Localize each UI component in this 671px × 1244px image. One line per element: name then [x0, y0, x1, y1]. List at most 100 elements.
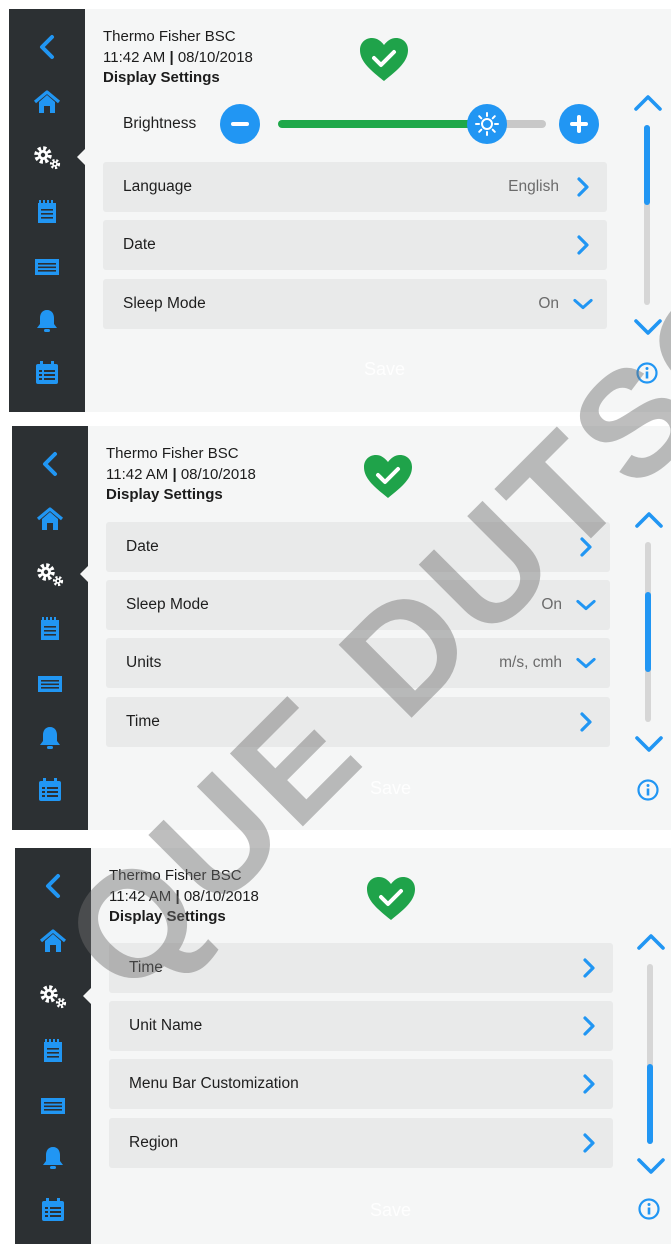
back-button[interactable] — [12, 444, 88, 484]
filter-icon — [38, 676, 62, 692]
list-item-language[interactable]: Language English — [103, 162, 607, 212]
nav-log[interactable] — [15, 1031, 91, 1071]
clipboard-icon — [38, 200, 56, 223]
active-indicator — [77, 147, 87, 167]
scroll-down-icon[interactable] — [633, 317, 663, 337]
device-name: Thermo Fisher BSC — [109, 867, 242, 884]
sun-icon — [475, 112, 500, 136]
screen-1: Thermo Fisher BSC 11:42 AM | 08/10/2018 … — [9, 9, 671, 412]
list-item-region[interactable]: Region — [109, 1118, 613, 1168]
save-button[interactable]: Save — [370, 1200, 411, 1221]
list-item-menu-bar-customization[interactable]: Menu Bar Customization — [109, 1059, 613, 1109]
screen-2: Thermo Fisher BSC 11:42 AM | 08/10/2018 … — [12, 426, 671, 830]
nav-settings[interactable] — [12, 554, 88, 594]
scrollbar[interactable] — [632, 928, 671, 1188]
save-button[interactable]: Save — [370, 778, 411, 799]
header: Thermo Fisher BSC 11:42 AM | 08/10/2018 … — [103, 27, 253, 89]
list-item-time[interactable]: Time — [109, 943, 613, 993]
back-button[interactable] — [9, 27, 85, 67]
row-label: Sleep Mode — [126, 596, 209, 613]
chevron-right-icon — [579, 1074, 599, 1094]
list-item-sleep-mode[interactable]: Sleep Mode On — [106, 580, 610, 630]
chevron-right-icon — [576, 712, 596, 732]
row-label: Date — [126, 538, 159, 555]
nav-schedule[interactable] — [9, 353, 85, 393]
nav-home[interactable] — [12, 499, 88, 539]
calendar-list-icon — [42, 1198, 64, 1221]
scroll-down-icon[interactable] — [634, 734, 664, 754]
nav-schedule[interactable] — [12, 770, 88, 810]
save-button[interactable]: Save — [364, 359, 405, 380]
nav-home[interactable] — [15, 921, 91, 961]
clock: 11:42 AM | 08/10/2018 — [103, 48, 253, 69]
page-title: Display Settings — [103, 69, 220, 86]
row-value: m/s, cmh — [499, 654, 562, 671]
home-icon — [33, 90, 61, 113]
health-ok-icon — [360, 38, 408, 81]
list-item-units[interactable]: Units m/s, cmh — [106, 638, 610, 688]
screen-3: Thermo Fisher BSC 11:42 AM | 08/10/2018 … — [15, 848, 671, 1244]
back-button[interactable] — [15, 866, 91, 906]
page-title: Display Settings — [106, 486, 223, 503]
list-item-sleep-mode[interactable]: Sleep Mode On — [103, 279, 607, 329]
time: 11:42 AM — [106, 465, 169, 483]
nav-filter[interactable] — [15, 1086, 91, 1126]
list-item-date[interactable]: Date — [106, 522, 610, 572]
chevron-right-icon — [579, 958, 599, 978]
scroll-down-icon[interactable] — [636, 1156, 666, 1176]
brightness-decrease-button[interactable] — [220, 104, 260, 144]
row-value: English — [508, 178, 559, 195]
scroll-thumb[interactable] — [645, 592, 651, 672]
row-label: Date — [123, 236, 156, 253]
scroll-up-icon[interactable] — [633, 93, 663, 113]
chevron-down-icon — [576, 653, 596, 673]
info-icon[interactable] — [637, 779, 659, 801]
header: Thermo Fisher BSC 11:42 AM | 08/10/2018 … — [109, 866, 259, 928]
sidebar — [9, 9, 87, 412]
nav-filter[interactable] — [9, 247, 85, 287]
info-icon[interactable] — [636, 362, 658, 384]
scroll-thumb[interactable] — [644, 125, 650, 205]
scroll-up-icon[interactable] — [634, 510, 664, 530]
info-icon[interactable] — [638, 1198, 660, 1220]
brightness-increase-button[interactable] — [559, 104, 599, 144]
brightness-label: Brightness — [123, 115, 197, 132]
chevron-right-icon — [573, 177, 593, 197]
nav-log[interactable] — [9, 192, 85, 232]
calendar-list-icon — [39, 778, 61, 801]
device-name: Thermo Fisher BSC — [103, 28, 236, 45]
time-separator: | — [175, 887, 180, 905]
scroll-up-icon[interactable] — [636, 932, 666, 952]
nav-log[interactable] — [12, 609, 88, 649]
nav-filter[interactable] — [12, 664, 88, 704]
list-item-time[interactable]: Time — [106, 697, 610, 747]
scroll-thumb[interactable] — [647, 1064, 653, 1144]
list-item-unit-name[interactable]: Unit Name — [109, 1001, 613, 1051]
nav-settings[interactable] — [9, 137, 85, 177]
brightness-slider-handle[interactable] — [467, 104, 508, 144]
home-icon — [39, 929, 67, 952]
back-icon — [40, 35, 54, 59]
row-label: Language — [123, 178, 192, 195]
time: 11:42 AM — [109, 887, 172, 905]
bell-icon — [40, 727, 60, 749]
list-item-date[interactable]: Date — [103, 220, 607, 270]
date: 08/10/2018 — [180, 465, 256, 483]
scrollbar[interactable] — [630, 506, 670, 766]
row-label: Region — [129, 1134, 179, 1151]
nav-schedule[interactable] — [15, 1190, 91, 1230]
time: 11:42 AM — [103, 48, 166, 66]
scrollbar[interactable] — [629, 89, 669, 349]
nav-alarms[interactable] — [9, 301, 85, 341]
chevron-right-icon — [579, 1133, 599, 1153]
active-indicator — [83, 986, 93, 1006]
nav-home[interactable] — [9, 82, 85, 122]
chevron-right-icon — [579, 1016, 599, 1036]
minus-icon — [231, 122, 249, 126]
nav-alarms[interactable] — [12, 718, 88, 758]
health-ok-icon — [367, 877, 415, 920]
health-ok-icon — [364, 455, 412, 498]
nav-settings[interactable] — [15, 976, 91, 1016]
nav-alarms[interactable] — [15, 1138, 91, 1178]
header: Thermo Fisher BSC 11:42 AM | 08/10/2018 … — [106, 444, 256, 506]
